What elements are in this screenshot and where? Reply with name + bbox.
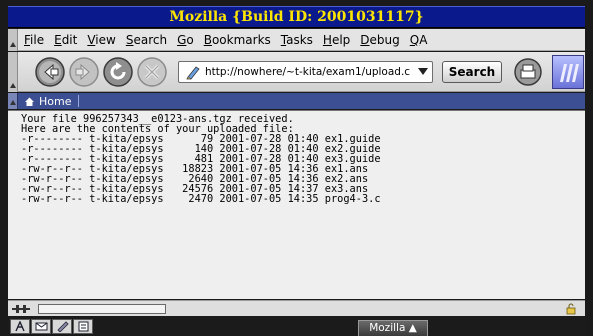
menu-bookmarks[interactable]: Bookmarks (204, 33, 271, 47)
menu-list: File Edit View Search Go Bookmarks Tasks Help De… (24, 29, 437, 51)
forward-button[interactable] (68, 56, 100, 88)
menu-search[interactable]: Search (126, 33, 167, 47)
menu-edit[interactable]: Edit (54, 33, 77, 47)
reload-icon (103, 57, 133, 87)
navigator-component-button[interactable] (10, 319, 30, 334)
navbar-collapse-grip[interactable] (8, 52, 18, 92)
home-link[interactable]: Home (24, 93, 71, 109)
reload-button[interactable] (102, 56, 134, 88)
home-label: Home (39, 94, 72, 108)
print-icon (514, 58, 542, 86)
addressbook-icon (78, 321, 88, 332)
personal-toolbar: Home (8, 93, 585, 109)
menu-label-suffix: ebug (369, 33, 400, 47)
print-button[interactable] (513, 57, 543, 87)
addressbook-component-button[interactable] (73, 319, 93, 334)
menu-qa[interactable]: QA (410, 33, 428, 47)
stop-icon (137, 57, 167, 87)
mail-component-button[interactable] (31, 319, 51, 334)
menu-debug[interactable]: Debug (360, 33, 399, 47)
component-taskbar: Mozilla ▲ (8, 317, 585, 336)
navigation-toolbar: Search (8, 52, 585, 92)
stop-button[interactable] (136, 56, 168, 88)
menu-accesskey: D (360, 33, 370, 47)
menu-label-suffix: ile (30, 33, 45, 47)
menu-label-suffix: ookmarks (211, 33, 271, 47)
window-frame: Mozilla {Build ID: 2001031117} File Edit V… (0, 0, 593, 336)
online-status-icon[interactable] (12, 305, 30, 313)
mozilla-logo-icon (560, 64, 579, 82)
menu-view[interactable]: View (87, 33, 115, 47)
url-input[interactable] (205, 66, 410, 78)
menu-label-suffix: asks (286, 33, 313, 47)
menu-accesskey: E (54, 33, 62, 47)
menu-accesskey: B (203, 33, 212, 47)
page-proxy-icon[interactable] (185, 64, 201, 80)
menu-go[interactable]: Go (177, 33, 194, 47)
navigator-icon (14, 321, 25, 332)
content-line: -rw-r--r-- t-kita/epsys 2470 2001-07-05 … (21, 193, 381, 205)
menu-bar: File Edit View Search Go Bookmarks Tasks Help De… (8, 29, 585, 51)
composer-component-button[interactable] (52, 319, 72, 334)
url-bar[interactable] (178, 61, 433, 83)
upload-result-text: Your file 996257343__e0123-ans.tgz recei… (8, 111, 585, 204)
menu-label-suffix: o (186, 33, 194, 47)
toolbar-separator (78, 95, 79, 107)
menu-label-suffix: A (419, 33, 428, 47)
url-dropdown-icon[interactable] (418, 68, 428, 75)
forward-icon (69, 57, 99, 87)
menu-label-suffix: iew (95, 33, 116, 47)
back-icon (35, 57, 65, 87)
menu-help[interactable]: Help (323, 33, 350, 47)
home-icon (25, 97, 34, 106)
window-title[interactable]: Mozilla {Build ID: 2001031117} (8, 6, 585, 28)
page-content: Your file 996257343__e0123-ans.tgz recei… (8, 110, 585, 299)
personalbar-collapse-grip[interactable] (8, 93, 18, 109)
menu-file[interactable]: File (24, 33, 44, 47)
menu-tasks[interactable]: Tasks (281, 33, 313, 47)
menu-accesskey: Q (409, 33, 420, 47)
menu-label-suffix: earch (133, 33, 168, 47)
lock-icon[interactable] (565, 303, 577, 315)
search-button[interactable]: Search (442, 61, 502, 83)
menu-accesskey: H (322, 33, 332, 47)
menu-accesskey: G (177, 33, 187, 47)
menu-label-suffix: dit (61, 33, 78, 47)
menu-label-suffix: elp (331, 33, 351, 47)
component-bar (10, 319, 94, 334)
mail-icon (35, 322, 47, 331)
status-bar (8, 300, 585, 316)
back-button[interactable] (34, 56, 66, 88)
throbber-icon[interactable] (552, 55, 584, 89)
progress-meter (38, 304, 166, 314)
mozilla-task-button[interactable]: Mozilla ▲ (358, 320, 428, 336)
composer-icon (56, 321, 69, 332)
menubar-collapse-grip[interactable] (8, 29, 18, 51)
